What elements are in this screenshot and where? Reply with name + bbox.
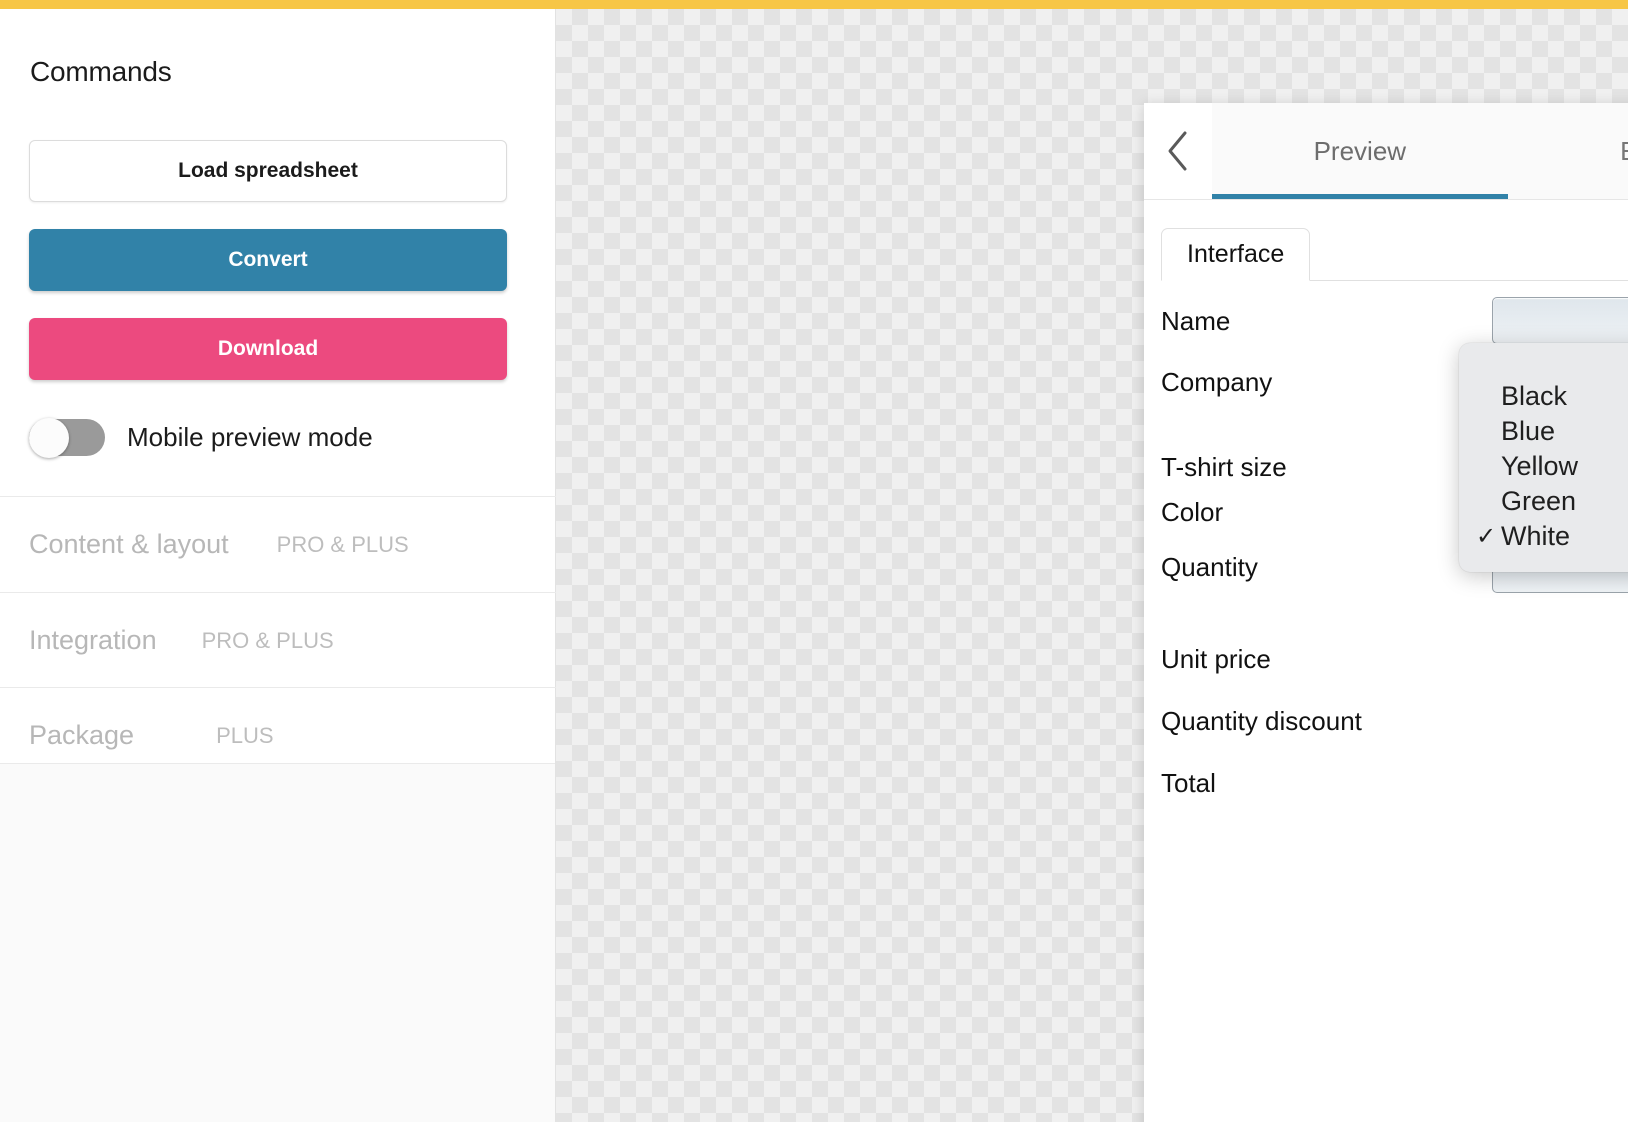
field-label-total: Total (1161, 767, 1216, 798)
page-tab-list: Interface (1161, 228, 1628, 281)
sidebar-item-label: Package (29, 720, 135, 750)
tab-label: Preview (1313, 135, 1407, 166)
preview-canvas: Preview Errors Info 1 (556, 9, 1628, 1122)
field-label-quantity: Quantity (1161, 551, 1258, 582)
dropdown-option-white[interactable]: ✓ White (1459, 519, 1628, 554)
form-row: Name (1161, 293, 1628, 349)
sidebar-item-content-and-layout[interactable]: Content & layout PRO & PLUS (0, 497, 556, 592)
mobile-preview-mode-label: Mobile preview mode (127, 421, 373, 452)
commands-sidebar: Commands Load spreadsheet Convert Downlo… (0, 9, 556, 1122)
download-button[interactable]: Download (29, 318, 507, 380)
tabbar-divider (1144, 199, 1628, 200)
check-icon: ✓ (1476, 523, 1497, 550)
plan-badge: PRO & PLUS (276, 531, 409, 557)
plan-badge: PLUS (216, 722, 274, 748)
name-input[interactable] (1492, 297, 1628, 344)
field-label-quantity-discount: Quantity discount (1161, 705, 1362, 736)
tab-label: Errors (1620, 136, 1628, 167)
dropdown-option-blue[interactable]: Blue (1459, 414, 1628, 449)
page-tab-interface[interactable]: Interface (1161, 228, 1311, 281)
color-dropdown-menu[interactable]: Black Blue Yellow Green ✓ White (1459, 343, 1628, 572)
field-label-company: Company (1161, 366, 1273, 397)
plan-badge: PRO & PLUS (201, 627, 334, 653)
dropdown-option-black[interactable]: Black (1459, 379, 1628, 414)
form-row: Total $162.00 (1161, 759, 1628, 807)
quantity-discount-value: 10.00% (1492, 706, 1628, 737)
form-row: Quantity discount 10.00% (1161, 697, 1628, 745)
dropdown-option-yellow[interactable]: Yellow (1459, 449, 1628, 484)
convert-button[interactable]: Convert (29, 229, 507, 291)
total-value: $162.00 (1492, 768, 1628, 799)
toggle-knob (29, 417, 69, 458)
mobile-preview-mode-toggle[interactable]: Mobile preview mode (29, 409, 373, 465)
form-row: Unit price $9.00 (1161, 635, 1628, 683)
unit-price-value: $9.00 (1492, 644, 1628, 675)
sidebar-item-label: Integration (29, 625, 157, 655)
field-label-color: Color (1161, 496, 1224, 527)
dropdown-option-label: Yellow (1501, 451, 1579, 481)
dropdown-option-label: Black (1501, 381, 1568, 411)
top-accent-bar (0, 0, 1628, 9)
app-root: Commands Load spreadsheet Convert Downlo… (0, 0, 1628, 1122)
dropdown-option-label: Blue (1501, 416, 1556, 446)
sidebar-footer-area (0, 763, 555, 1122)
field-label-name: Name (1161, 305, 1231, 336)
preview-tabbar: Preview Errors Info 1 (1144, 103, 1628, 199)
preview-device-frame: Preview Errors Info 1 (1144, 103, 1628, 1122)
load-spreadsheet-button[interactable]: Load spreadsheet (29, 140, 507, 202)
page-tab-label: Interface (1187, 240, 1285, 268)
chevron-left-icon[interactable] (1144, 103, 1212, 199)
dropdown-option-label: White (1501, 521, 1571, 551)
dropdown-option-label: Green (1501, 486, 1577, 516)
field-label-unit-price: Unit price (1161, 643, 1271, 674)
field-label-tshirt-size: T-shirt size (1161, 451, 1287, 482)
page-title: Commands (30, 56, 172, 87)
tab-errors[interactable]: Errors (1507, 103, 1628, 199)
preview-tab-list: Preview Errors Info 1 (1212, 103, 1628, 199)
dropdown-option-green[interactable]: Green (1459, 484, 1628, 519)
sidebar-item-integration[interactable]: Integration PRO & PLUS (0, 593, 556, 688)
toggle-track[interactable] (29, 417, 105, 458)
tab-preview[interactable]: Preview (1212, 103, 1508, 199)
sidebar-item-label: Content & layout (29, 529, 229, 559)
